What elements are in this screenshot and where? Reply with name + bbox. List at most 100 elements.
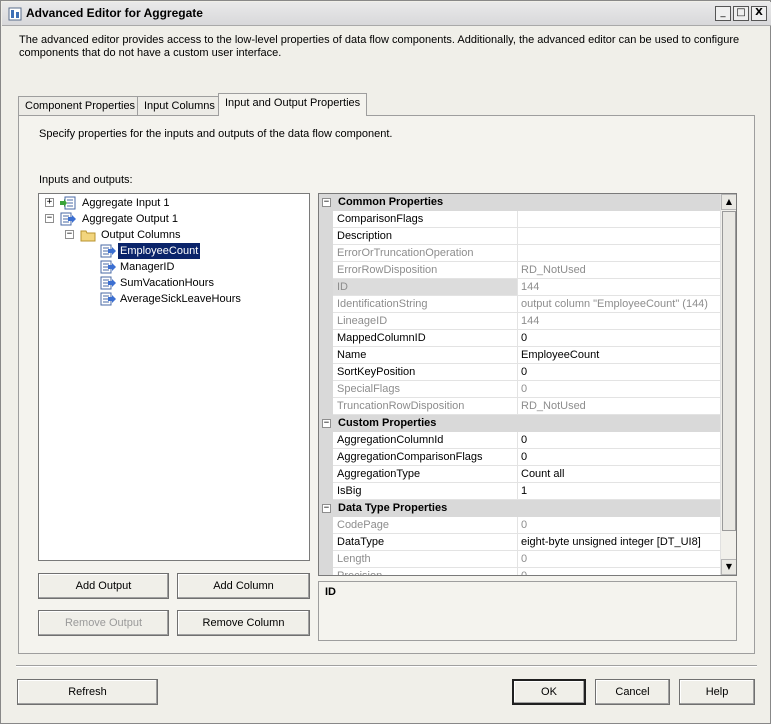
property-value: 0 bbox=[518, 551, 720, 568]
collapse-icon[interactable]: − bbox=[45, 214, 54, 223]
property-row[interactable]: IdentificationString output column "Emplo… bbox=[319, 296, 720, 313]
collapse-icon[interactable]: − bbox=[322, 198, 331, 207]
collapse-icon[interactable]: − bbox=[65, 230, 74, 239]
property-value[interactable]: 0 bbox=[518, 330, 720, 347]
help-button[interactable]: Help bbox=[679, 679, 755, 705]
property-row[interactable]: IsBig 1 bbox=[319, 483, 720, 500]
property-name: IdentificationString bbox=[333, 296, 518, 313]
scroll-down-icon[interactable]: ▼ bbox=[721, 559, 736, 575]
refresh-button[interactable]: Refresh bbox=[17, 679, 158, 705]
property-row[interactable]: ErrorOrTruncationOperation bbox=[319, 245, 720, 262]
row-gutter bbox=[319, 483, 333, 500]
add-output-button[interactable]: Add Output bbox=[38, 573, 169, 599]
window-title: Advanced Editor for Aggregate bbox=[26, 6, 203, 20]
category-common-properties[interactable]: − Common Properties bbox=[319, 194, 720, 211]
title-bar[interactable]: Advanced Editor for Aggregate _ □ X bbox=[2, 2, 771, 26]
property-value[interactable] bbox=[518, 228, 720, 245]
property-row[interactable]: Length 0 bbox=[319, 551, 720, 568]
row-gutter bbox=[319, 534, 333, 551]
property-grid-scrollbar[interactable]: ▲ ▼ bbox=[720, 194, 736, 575]
property-name: Description bbox=[333, 228, 518, 245]
property-row[interactable]: Name EmployeeCount bbox=[319, 347, 720, 364]
property-name: Name bbox=[333, 347, 518, 364]
row-gutter bbox=[319, 432, 333, 449]
property-row-selected[interactable]: ID 144 bbox=[319, 279, 720, 296]
scrollbar-thumb[interactable] bbox=[722, 211, 736, 531]
maximize-button[interactable]: □ bbox=[733, 6, 749, 21]
property-value[interactable] bbox=[518, 211, 720, 228]
property-row[interactable]: ComparisonFlags bbox=[319, 211, 720, 228]
inputs-outputs-tree[interactable]: + Aggregate Input 1 − Aggregate Output 1 bbox=[38, 193, 310, 561]
property-value[interactable]: 0 bbox=[518, 449, 720, 466]
inputs-outputs-label: Inputs and outputs: bbox=[39, 174, 133, 186]
property-name: Precision bbox=[333, 568, 518, 575]
property-value: 144 bbox=[518, 313, 720, 330]
property-row[interactable]: CodePage 0 bbox=[319, 517, 720, 534]
property-row[interactable]: Precision 0 bbox=[319, 568, 720, 575]
property-value[interactable]: 0 bbox=[518, 364, 720, 381]
property-name: AggregationType bbox=[333, 466, 518, 483]
row-gutter bbox=[319, 330, 333, 347]
property-row[interactable]: LineageID 144 bbox=[319, 313, 720, 330]
property-value: output column "EmployeeCount" (144) bbox=[518, 296, 720, 313]
tree-node-label: SumVacationHours bbox=[120, 277, 214, 289]
tab-component-properties[interactable]: Component Properties bbox=[18, 96, 143, 115]
tab-input-output-properties[interactable]: Input and Output Properties bbox=[218, 93, 368, 116]
property-row[interactable]: TruncationRowDisposition RD_NotUsed bbox=[319, 398, 720, 415]
property-name: ErrorOrTruncationOperation bbox=[333, 245, 518, 262]
row-gutter bbox=[319, 262, 333, 279]
category-label: Custom Properties bbox=[338, 417, 437, 429]
tree-node-label: Output Columns bbox=[101, 229, 181, 241]
folder-icon bbox=[80, 230, 96, 242]
ok-button[interactable]: OK bbox=[512, 679, 586, 705]
property-row[interactable]: SortKeyPosition 0 bbox=[319, 364, 720, 381]
property-value[interactable]: EmployeeCount bbox=[518, 347, 720, 364]
property-row[interactable]: AggregationComparisonFlags 0 bbox=[319, 449, 720, 466]
collapse-icon[interactable]: − bbox=[322, 419, 331, 428]
property-grid[interactable]: − Common Properties ComparisonFlags Desc… bbox=[318, 193, 737, 576]
row-gutter bbox=[319, 381, 333, 398]
property-row[interactable]: MappedColumnID 0 bbox=[319, 330, 720, 347]
property-value[interactable]: 1 bbox=[518, 483, 720, 500]
property-value: 144 bbox=[518, 279, 720, 296]
column-icon bbox=[100, 292, 116, 306]
cancel-button[interactable]: Cancel bbox=[595, 679, 670, 705]
minimize-button[interactable]: _ bbox=[715, 6, 731, 21]
column-icon bbox=[100, 276, 116, 290]
remove-output-button[interactable]: Remove Output bbox=[38, 610, 169, 636]
property-name: SortKeyPosition bbox=[333, 364, 518, 381]
close-button[interactable]: X bbox=[751, 6, 767, 21]
remove-column-button[interactable]: Remove Column bbox=[177, 610, 310, 636]
property-value bbox=[518, 245, 720, 262]
property-row[interactable]: SpecialFlags 0 bbox=[319, 381, 720, 398]
property-row[interactable]: ErrorRowDisposition RD_NotUsed bbox=[319, 262, 720, 279]
row-gutter bbox=[319, 347, 333, 364]
property-value: 0 bbox=[518, 381, 720, 398]
tab-panel: Specify properties for the inputs and ou… bbox=[18, 115, 755, 654]
intro-text: The advanced editor provides access to t… bbox=[19, 34, 740, 59]
property-value[interactable]: 0 bbox=[518, 432, 720, 449]
column-icon bbox=[100, 244, 116, 258]
scroll-up-icon[interactable]: ▲ bbox=[721, 194, 736, 210]
property-value[interactable]: Count all bbox=[518, 466, 720, 483]
property-row[interactable]: AggregationType Count all bbox=[319, 466, 720, 483]
property-name: ComparisonFlags bbox=[333, 211, 518, 228]
category-custom-properties[interactable]: − Custom Properties bbox=[319, 415, 720, 432]
category-label: Data Type Properties bbox=[338, 502, 448, 514]
property-value: 0 bbox=[518, 568, 720, 575]
tab-input-columns[interactable]: Input Columns bbox=[137, 96, 222, 115]
property-row[interactable]: Description bbox=[319, 228, 720, 245]
property-value: 0 bbox=[518, 517, 720, 534]
collapse-icon[interactable]: − bbox=[322, 504, 331, 513]
advanced-editor-window: Advanced Editor for Aggregate _ □ X The … bbox=[0, 0, 771, 724]
property-row[interactable]: DataType eight-byte unsigned integer [DT_… bbox=[319, 534, 720, 551]
category-data-type-properties[interactable]: − Data Type Properties bbox=[319, 500, 720, 517]
tree-node-label: AverageSickLeaveHours bbox=[120, 293, 241, 305]
property-row[interactable]: AggregationColumnId 0 bbox=[319, 432, 720, 449]
property-name: AggregationColumnId bbox=[333, 432, 518, 449]
property-name: ID bbox=[333, 279, 518, 296]
expand-icon[interactable]: + bbox=[45, 198, 54, 207]
property-value[interactable]: eight-byte unsigned integer [DT_UI8] bbox=[518, 534, 720, 551]
property-name: ErrorRowDisposition bbox=[333, 262, 518, 279]
add-column-button[interactable]: Add Column bbox=[177, 573, 310, 599]
